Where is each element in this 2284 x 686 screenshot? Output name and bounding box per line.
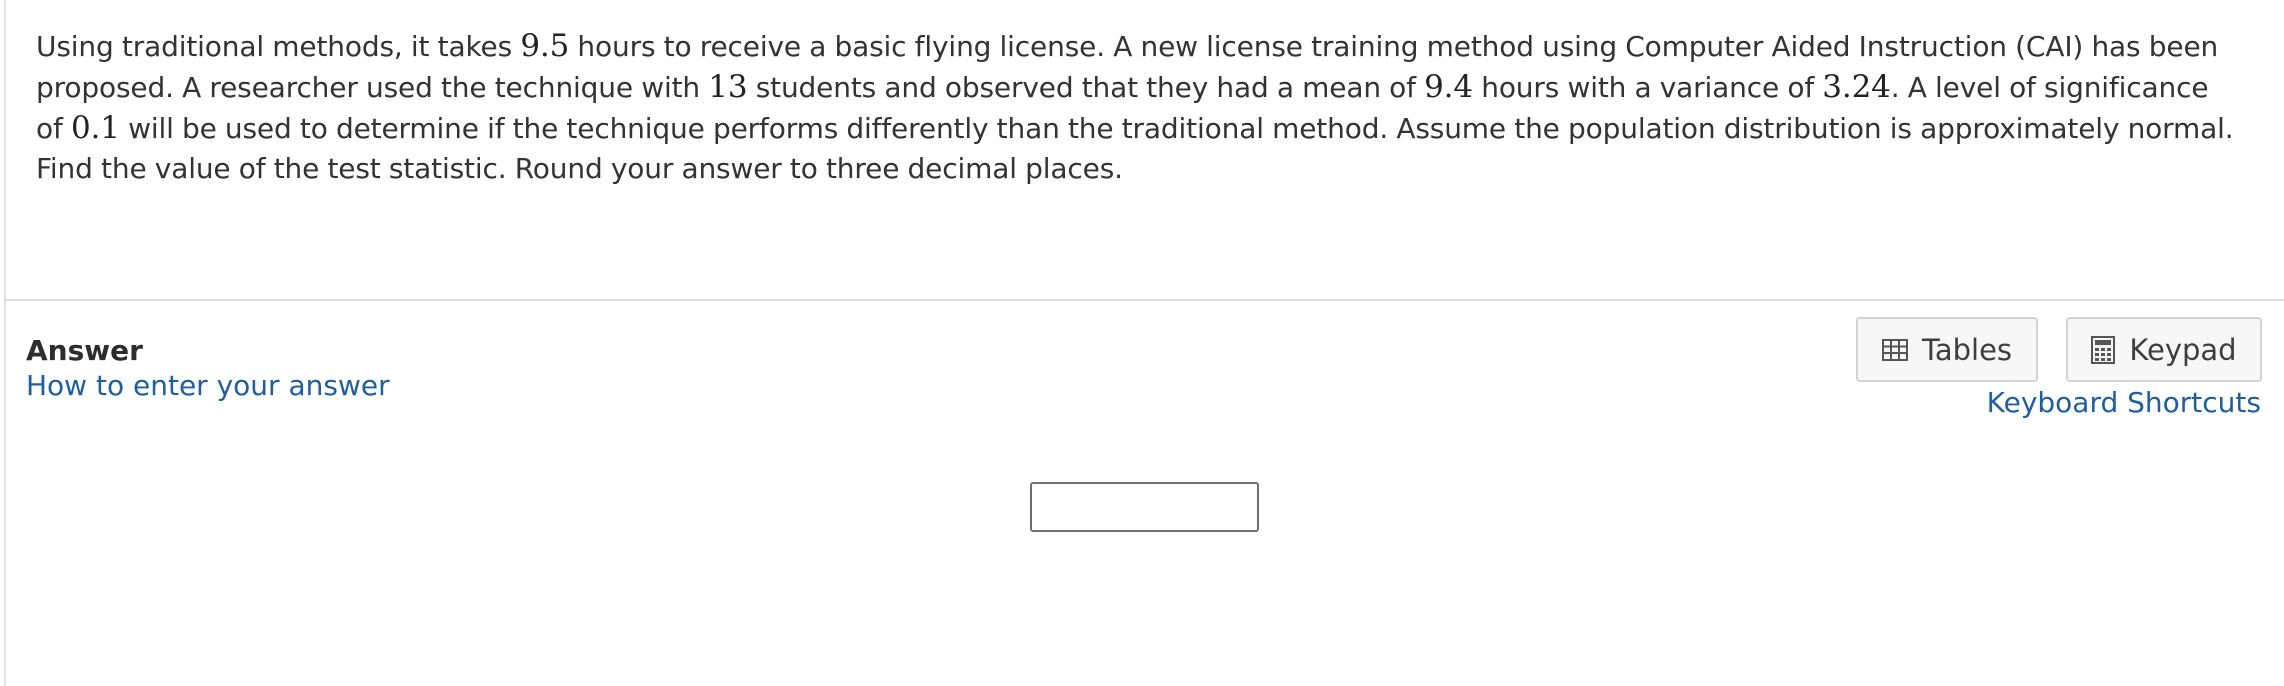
tables-button[interactable]: Tables: [1856, 317, 2038, 382]
sample-mean-value: 9.4: [1424, 69, 1473, 105]
keyboard-shortcuts-link[interactable]: Keyboard Shortcuts: [1987, 386, 2261, 420]
variance-value: 3.24: [1822, 69, 1891, 105]
question-text-part: will be used to determine if the techniq…: [36, 112, 2234, 185]
keypad-button[interactable]: Keypad: [2066, 317, 2262, 382]
sample-size-value: 13: [708, 69, 748, 105]
tables-button-label: Tables: [1921, 332, 2013, 367]
question-text-part: Using traditional methods, it takes: [36, 30, 521, 63]
section-divider: [4, 299, 2284, 301]
calculator-icon: [2091, 335, 2116, 364]
answer-heading: Answer: [26, 334, 143, 367]
table-icon: [1881, 338, 1908, 361]
question-text-part: hours with a variance of: [1472, 71, 1823, 104]
question-text: Using traditional methods, it takes 9.5 …: [36, 26, 2236, 189]
hours-traditional-value: 9.5: [520, 28, 570, 64]
answer-input[interactable]: [1030, 482, 1259, 532]
question-paragraph: Using traditional methods, it takes 9.5 …: [36, 26, 2236, 189]
keypad-button-label: Keypad: [2129, 332, 2237, 367]
significance-level-value: 0.1: [70, 110, 120, 146]
how-to-enter-answer-link[interactable]: How to enter your answer: [26, 369, 390, 403]
question-text-part: students and observed that they had a me…: [747, 71, 1425, 104]
